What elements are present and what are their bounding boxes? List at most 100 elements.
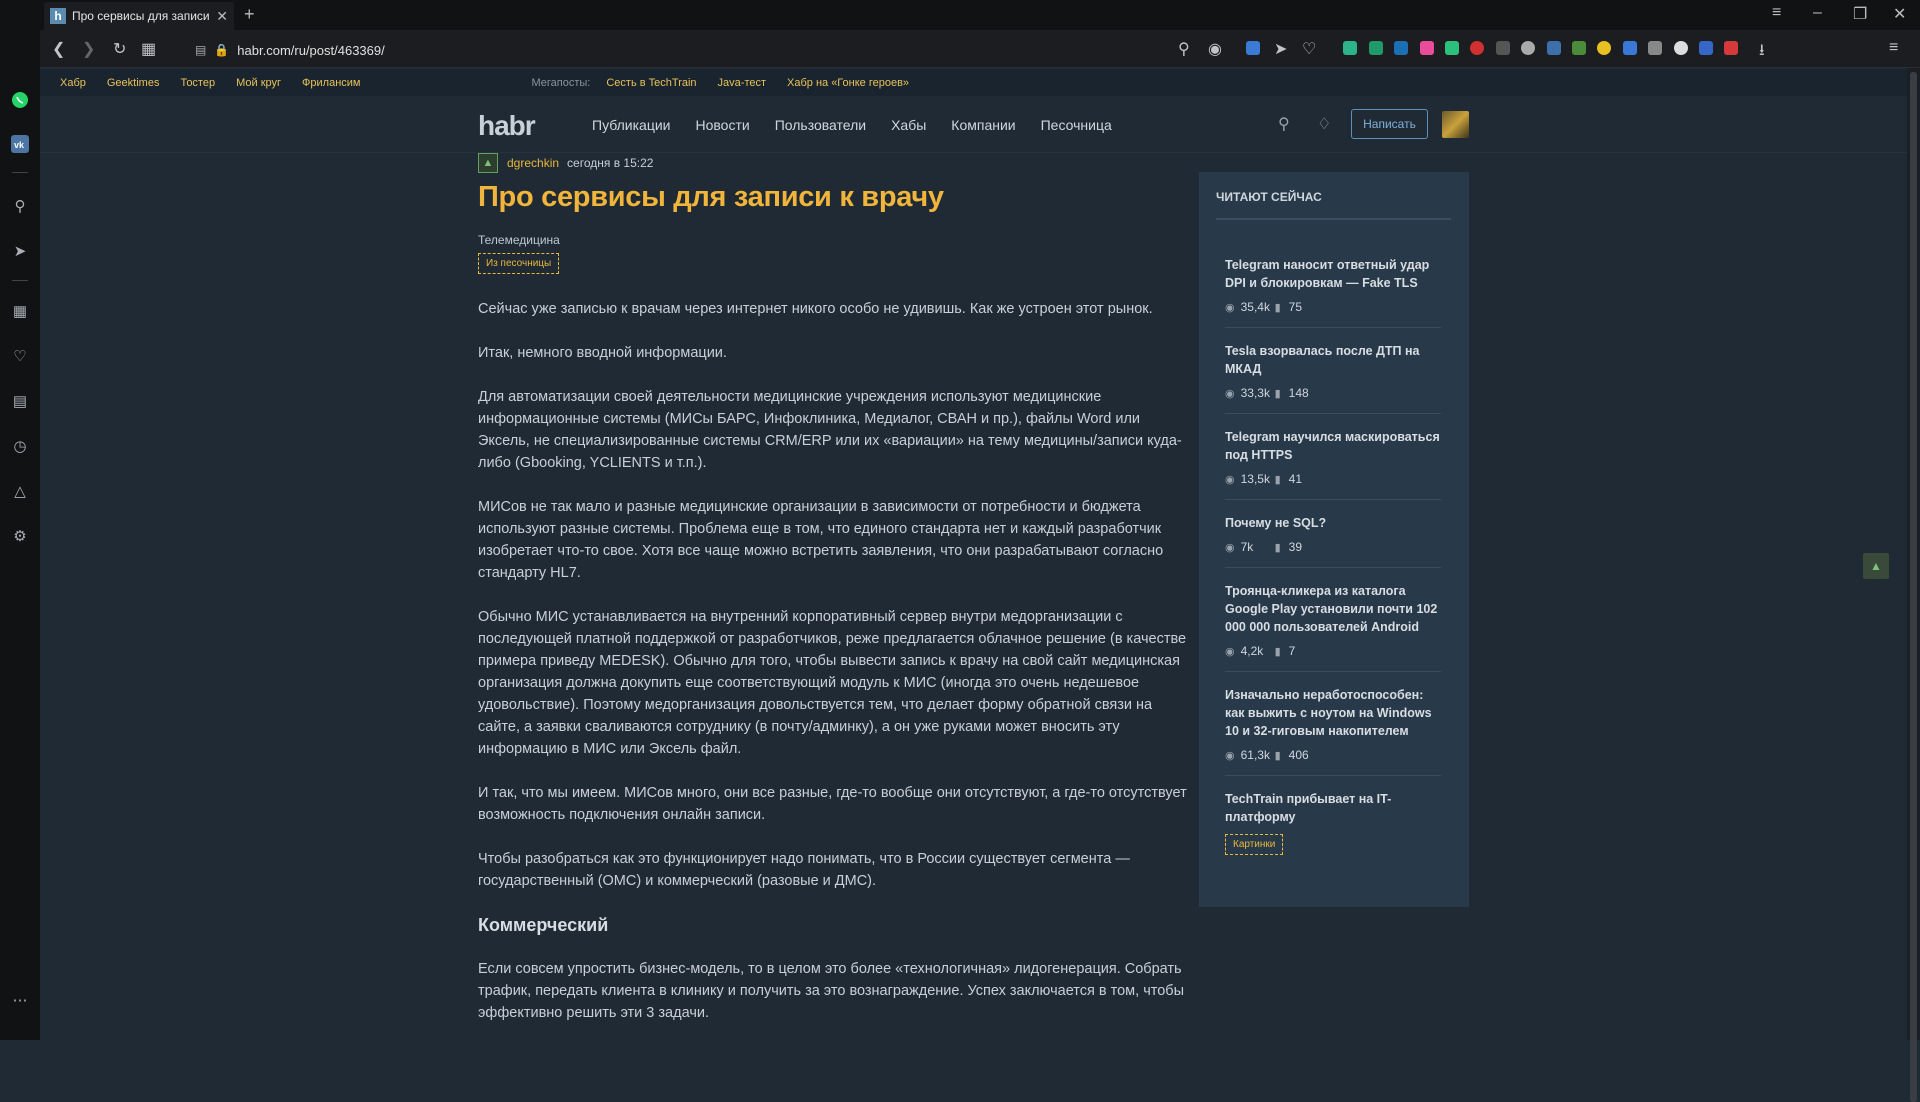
widget-item[interactable]: Троянца-кликера из каталога Google Play … — [1225, 568, 1441, 672]
ext-11-icon[interactable] — [1597, 41, 1611, 55]
tab-menu-icon[interactable]: ≡ — [1772, 4, 1781, 22]
widget-item-title[interactable]: Tesla взорвалась после ДТП на МКАД — [1225, 342, 1441, 378]
widget-item[interactable]: Tesla взорвалась после ДТП на МКАД ◉ 33,3… — [1225, 328, 1441, 414]
widget-item[interactable]: Изначально неработоспособен: как выжить … — [1225, 672, 1441, 776]
ext-6-icon[interactable] — [1470, 41, 1484, 55]
topline-link[interactable]: Фрилансим — [302, 77, 360, 89]
easy-setup-icon[interactable]: ≡ — [1889, 39, 1898, 57]
widget-item-title[interactable]: Изначально неработоспособен: как выжить … — [1225, 686, 1441, 740]
address-field[interactable]: ▤ 🔒 habr.com/ru/post/463369/ — [195, 39, 1095, 61]
megapost-link[interactable]: Java-тест — [718, 77, 766, 89]
nav-companies[interactable]: Компании — [951, 117, 1015, 133]
comments-icon: ▮ — [1274, 645, 1281, 658]
author-avatar[interactable]: ▲ — [478, 153, 498, 173]
comments-icon: ▮ — [1274, 749, 1281, 762]
nav-sandbox[interactable]: Песочница — [1041, 117, 1112, 133]
back-icon[interactable]: ❮ — [52, 39, 65, 59]
translate-ext-icon[interactable] — [1623, 41, 1637, 55]
write-button[interactable]: Написать — [1351, 109, 1428, 139]
tab-close-icon[interactable]: ✕ — [216, 8, 228, 25]
window-close-icon[interactable]: ✕ — [1893, 4, 1906, 24]
ext-4-icon[interactable] — [1420, 41, 1434, 55]
topline-link[interactable]: Geektimes — [107, 77, 160, 89]
nav-news[interactable]: Новости — [695, 117, 749, 133]
ext-14-icon[interactable] — [1699, 41, 1713, 55]
topline-link[interactable]: Хабр — [60, 77, 86, 89]
ext-10-icon[interactable] — [1572, 41, 1586, 55]
megapost-link[interactable]: Хабр на «Гонке героев» — [787, 77, 909, 89]
settings-icon[interactable]: ⚙ — [10, 526, 30, 546]
ext-12-icon[interactable] — [1648, 41, 1662, 55]
zoom-icon[interactable]: ⚲ — [1178, 39, 1190, 59]
habr-logo[interactable]: habr — [478, 110, 536, 142]
nav-users[interactable]: Пользователи — [775, 117, 866, 133]
whatsapp-icon[interactable] — [10, 90, 30, 110]
address-bar-row: ❮ ❯ ↻ ▦ ▤ 🔒 habr.com/ru/post/463369/ ⚲ ◉… — [40, 30, 1920, 68]
widget-item[interactable]: TechTrain прибывает на IT-платформу Карт… — [1225, 776, 1441, 868]
minimize-icon[interactable]: – — [1813, 4, 1822, 22]
search-icon[interactable]: ⚲ — [10, 196, 30, 216]
shield-ext-icon[interactable] — [1246, 41, 1260, 55]
comments-icon: ▮ — [1274, 541, 1281, 554]
ext-2-icon[interactable] — [1369, 41, 1383, 55]
widget-item-title[interactable]: Telegram научился маскироваться под HTTP… — [1225, 428, 1441, 464]
forward-icon[interactable]: ❯ — [82, 39, 95, 59]
tab-active[interactable]: h Про сервисы для записи к врачу ✕ — [44, 2, 234, 30]
paragraph: Сейчас уже записью к врачам через интерн… — [478, 301, 1153, 317]
heart-icon[interactable]: ♡ — [10, 346, 30, 366]
send-icon[interactable]: ➤ — [10, 241, 30, 261]
ext-3-icon[interactable] — [1394, 41, 1408, 55]
widget-item[interactable]: Telegram наносит ответный удар DPI и бло… — [1225, 242, 1441, 328]
lock-icon: 🔒 — [214, 43, 230, 57]
bookmark-heart-icon[interactable]: ♡ — [1302, 39, 1316, 59]
sandbox-badge[interactable]: Из песочницы — [478, 253, 560, 274]
bell-icon[interactable]: ♢ — [1317, 114, 1331, 134]
topline-link[interactable]: Мой круг — [236, 77, 281, 89]
ext-13-icon[interactable] — [1674, 41, 1688, 55]
views-count: 61,3k — [1240, 748, 1270, 762]
widget-item-title[interactable]: Telegram наносит ответный удар DPI и бло… — [1225, 256, 1441, 292]
download-icon[interactable]: ⭳ — [1759, 39, 1765, 66]
page-scrollbar[interactable] — [1907, 68, 1920, 1102]
nav-hubs[interactable]: Хабы — [891, 117, 926, 133]
widget-item-title[interactable]: Почему не SQL? — [1225, 514, 1441, 532]
extensions-icon[interactable]: △ — [10, 481, 30, 501]
widget-item[interactable]: Telegram научился маскироваться под HTTP… — [1225, 414, 1441, 500]
ext-15-icon[interactable] — [1724, 41, 1738, 55]
hub-link[interactable]: Телемедицина — [478, 233, 1188, 247]
ext-5-icon[interactable] — [1445, 41, 1459, 55]
comments-count: 39 — [1288, 540, 1303, 554]
subheading: Коммерческий — [478, 915, 609, 935]
more-icon[interactable]: ⋯ — [10, 990, 30, 1010]
nav-publications[interactable]: Публикации — [592, 117, 670, 133]
new-tab-icon[interactable]: + — [244, 4, 255, 25]
speed-dial-icon[interactable]: ▦ — [10, 301, 30, 321]
news-icon[interactable]: ▤ — [10, 391, 30, 411]
reload-icon[interactable]: ↻ — [113, 39, 126, 59]
comments-count: 406 — [1288, 748, 1309, 762]
ext-1-icon[interactable] — [1343, 41, 1357, 55]
megapost-link[interactable]: Сесть в TechTrain — [606, 77, 696, 89]
topline-link[interactable]: Тостер — [180, 77, 215, 89]
user-avatar[interactable] — [1442, 111, 1469, 138]
pictures-badge[interactable]: Картинки — [1225, 834, 1284, 855]
paragraph: Обычно МИС устанавливается на внутренний… — [478, 609, 1187, 757]
restore-icon[interactable]: ❐ — [1853, 4, 1867, 24]
ext-7-icon[interactable] — [1496, 41, 1510, 55]
ext-9-icon[interactable] — [1547, 41, 1561, 55]
camera-icon[interactable]: ◉ — [1208, 39, 1222, 59]
vk-icon[interactable]: vk — [10, 134, 30, 154]
flow-icon[interactable]: ➤ — [1274, 39, 1287, 59]
history-icon[interactable]: ◷ — [10, 436, 30, 456]
site-info-icon[interactable]: ▤ — [195, 43, 206, 57]
widget-item-title[interactable]: TechTrain прибывает на IT-платформу — [1225, 790, 1441, 826]
comments-icon: ▮ — [1274, 473, 1281, 486]
author-link[interactable]: dgrechkin — [507, 156, 559, 170]
scrollbar-thumb[interactable] — [1910, 72, 1917, 1102]
search-icon[interactable]: ⚲ — [1278, 114, 1290, 134]
widget-item[interactable]: Почему не SQL? ◉ 7k ▮ 39 — [1225, 500, 1441, 568]
page-helper-icon[interactable]: ▲ — [1863, 553, 1889, 579]
widget-item-title[interactable]: Троянца-кликера из каталога Google Play … — [1225, 582, 1441, 636]
tabs-grid-icon[interactable]: ▦ — [141, 39, 156, 59]
ext-8-icon[interactable] — [1521, 41, 1535, 55]
